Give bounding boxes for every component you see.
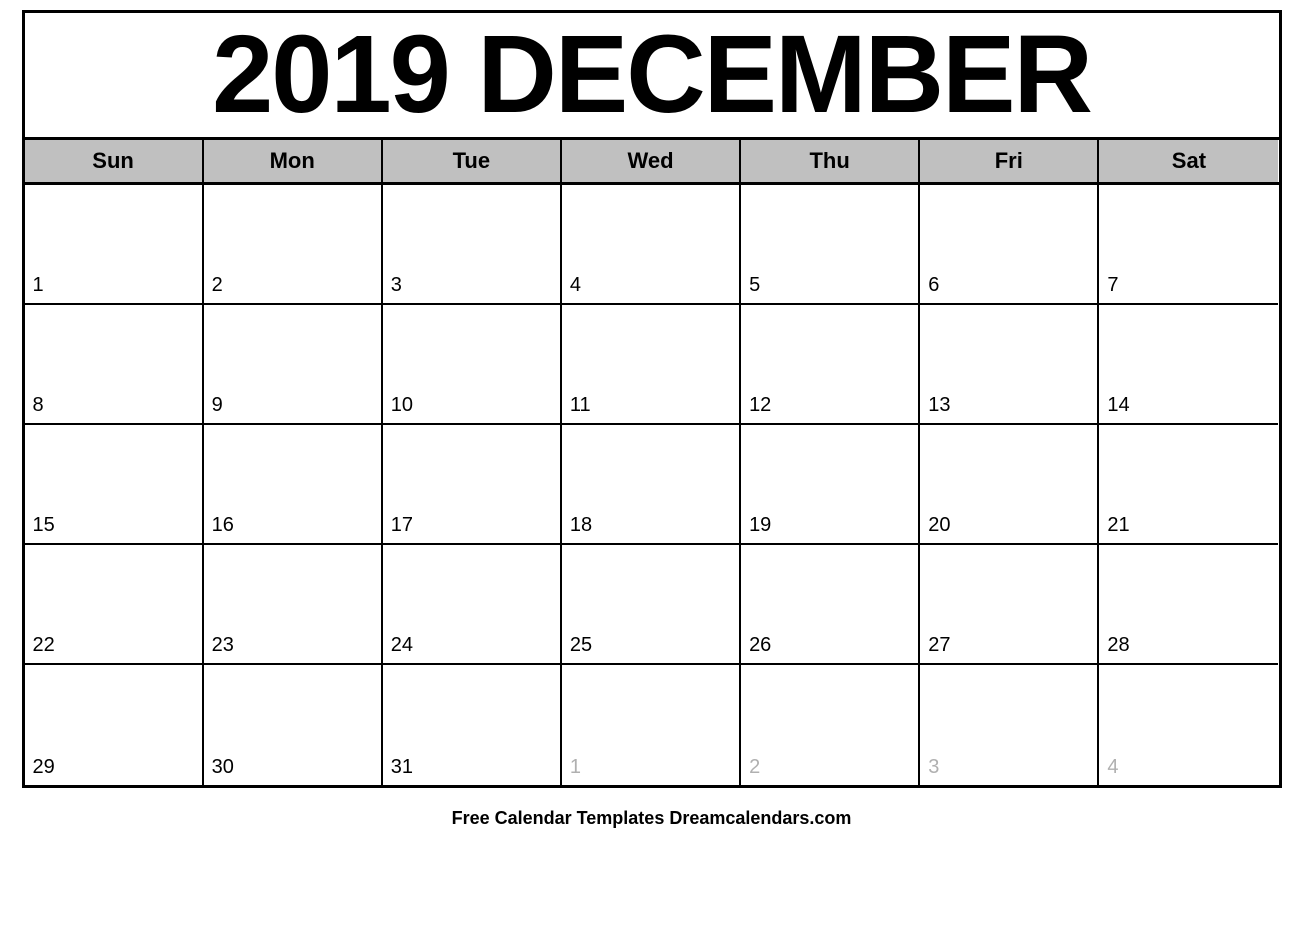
day-number: 19 [749, 514, 771, 537]
calendar-cell: 17 [383, 425, 562, 545]
calendar-cell: 14 [1099, 305, 1278, 425]
day-header-sun: Sun [25, 140, 204, 182]
day-headers: SunMonTueWedThuFriSat [25, 140, 1279, 185]
day-number: 25 [570, 634, 592, 657]
calendar-cell: 2 [204, 185, 383, 305]
footer: Free Calendar Templates Dreamcalendars.c… [452, 798, 852, 833]
day-number: 27 [928, 634, 950, 657]
calendar-cell: 4 [1099, 665, 1278, 785]
day-number: 10 [391, 394, 413, 417]
calendar-grid: 1234567891011121314151617181920212223242… [25, 185, 1279, 785]
day-number: 15 [33, 514, 55, 537]
day-number: 6 [928, 274, 939, 297]
day-number: 21 [1107, 514, 1129, 537]
calendar-cell: 19 [741, 425, 920, 545]
calendar-cell: 11 [562, 305, 741, 425]
day-number: 4 [1107, 756, 1118, 779]
day-number: 3 [391, 274, 402, 297]
calendar-cell: 7 [1099, 185, 1278, 305]
calendar-cell: 13 [920, 305, 1099, 425]
calendar-cell: 30 [204, 665, 383, 785]
calendar-cell: 24 [383, 545, 562, 665]
day-number: 22 [33, 634, 55, 657]
calendar-cell: 5 [741, 185, 920, 305]
day-number: 30 [212, 756, 234, 779]
calendar-cell: 1 [562, 665, 741, 785]
calendar-cell: 15 [25, 425, 204, 545]
calendar-cell: 25 [562, 545, 741, 665]
day-header-tue: Tue [383, 140, 562, 182]
calendar-cell: 6 [920, 185, 1099, 305]
calendar-cell: 12 [741, 305, 920, 425]
day-number: 9 [212, 394, 223, 417]
day-number: 29 [33, 756, 55, 779]
calendar-cell: 29 [25, 665, 204, 785]
calendar-cell: 23 [204, 545, 383, 665]
day-number: 13 [928, 394, 950, 417]
day-number: 3 [928, 756, 939, 779]
day-number: 8 [33, 394, 44, 417]
calendar-cell: 27 [920, 545, 1099, 665]
calendar-cell: 9 [204, 305, 383, 425]
day-number: 2 [212, 274, 223, 297]
day-number: 23 [212, 634, 234, 657]
day-header-fri: Fri [920, 140, 1099, 182]
day-number: 11 [570, 394, 591, 417]
day-number: 4 [570, 274, 581, 297]
calendar-cell: 8 [25, 305, 204, 425]
day-number: 2 [749, 756, 760, 779]
calendar-cell: 2 [741, 665, 920, 785]
calendar-cell: 31 [383, 665, 562, 785]
day-number: 14 [1107, 394, 1129, 417]
day-number: 17 [391, 514, 413, 537]
day-header-mon: Mon [204, 140, 383, 182]
day-number: 5 [749, 274, 760, 297]
day-number: 18 [570, 514, 592, 537]
calendar-title: 2019 DECEMBER [25, 13, 1279, 140]
calendar-cell: 1 [25, 185, 204, 305]
day-number: 31 [391, 756, 413, 779]
day-number: 20 [928, 514, 950, 537]
calendar-cell: 28 [1099, 545, 1278, 665]
day-header-wed: Wed [562, 140, 741, 182]
day-number: 26 [749, 634, 771, 657]
calendar-cell: 22 [25, 545, 204, 665]
calendar-cell: 3 [383, 185, 562, 305]
calendar-cell: 3 [920, 665, 1099, 785]
day-header-thu: Thu [741, 140, 920, 182]
day-number: 16 [212, 514, 234, 537]
day-number: 7 [1107, 274, 1118, 297]
calendar-cell: 21 [1099, 425, 1278, 545]
calendar-cell: 18 [562, 425, 741, 545]
day-number: 28 [1107, 634, 1129, 657]
calendar-cell: 16 [204, 425, 383, 545]
day-number: 1 [33, 274, 44, 297]
day-number: 12 [749, 394, 771, 417]
calendar-container: 2019 DECEMBER SunMonTueWedThuFriSat 1234… [22, 10, 1282, 788]
day-number: 24 [391, 634, 413, 657]
calendar-month: DECEMBER [477, 13, 1091, 136]
calendar-year: 2019 [212, 13, 477, 136]
day-number: 1 [570, 756, 581, 779]
calendar-cell: 4 [562, 185, 741, 305]
calendar-cell: 26 [741, 545, 920, 665]
day-header-sat: Sat [1099, 140, 1278, 182]
calendar-cell: 10 [383, 305, 562, 425]
calendar-cell: 20 [920, 425, 1099, 545]
